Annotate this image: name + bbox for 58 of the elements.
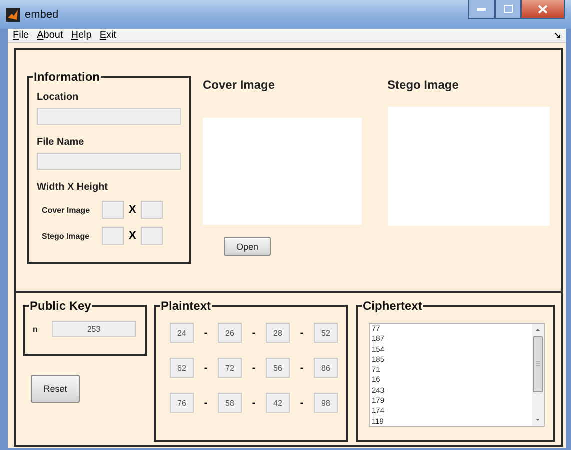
group-title: Ciphertext: [362, 299, 424, 313]
menu-item[interactable]: Exit: [100, 30, 117, 41]
open-button[interactable]: Open: [224, 237, 271, 256]
value-field[interactable]: 56: [266, 358, 290, 378]
value-field[interactable]: 28: [266, 323, 290, 343]
file-name-field[interactable]: [37, 153, 181, 170]
value-field[interactable]: 42: [266, 393, 290, 413]
app-icon: [6, 8, 20, 22]
field-label: Width X Height: [37, 182, 110, 193]
width-field[interactable]: [102, 201, 124, 219]
dash: -: [251, 398, 257, 408]
close-icon: [538, 4, 548, 14]
field-label: Cover Image: [42, 206, 92, 214]
height-field[interactable]: [141, 201, 164, 219]
group-title: Public Key: [29, 299, 92, 313]
scrollbar[interactable]: [532, 324, 544, 426]
minimize-icon: [477, 8, 486, 10]
dash: -: [203, 398, 209, 408]
field-label: File Name: [37, 137, 86, 148]
value-field[interactable]: 62: [170, 358, 194, 378]
maximize-icon: [504, 5, 512, 13]
dash: -: [299, 398, 305, 408]
field-label: n: [33, 324, 39, 334]
menu-item[interactable]: File: [13, 30, 30, 41]
group-title: Information: [33, 70, 101, 84]
window-title: embed: [25, 8, 59, 20]
menu-item[interactable]: Help: [71, 30, 92, 41]
value-field[interactable]: 52: [314, 323, 338, 343]
minimize-button[interactable]: [468, 0, 495, 19]
field-label: Stego Image: [42, 232, 91, 240]
close-button[interactable]: [521, 0, 565, 19]
value-field[interactable]: 24: [170, 323, 194, 343]
dash: -: [251, 328, 257, 338]
value-field[interactable]: 86: [314, 358, 338, 378]
value-field[interactable]: 98: [314, 393, 338, 413]
dash: -: [299, 328, 305, 338]
location-field[interactable]: [37, 108, 181, 125]
height-field[interactable]: [141, 227, 164, 245]
dash: -: [299, 362, 305, 374]
times-sign: X: [129, 204, 136, 216]
reset-button[interactable]: Reset: [31, 375, 80, 403]
value-field[interactable]: 76: [170, 393, 194, 413]
menu-item[interactable]: About: [37, 30, 64, 41]
stego-image-title: Stego Image: [388, 78, 460, 92]
value-field[interactable]: 26: [218, 323, 242, 343]
value-field[interactable]: 72: [218, 358, 242, 378]
dash: -: [203, 328, 209, 338]
times-sign: X: [129, 230, 136, 242]
value-field[interactable]: 58: [218, 393, 242, 413]
dock-arrow-icon[interactable]: [555, 32, 561, 38]
dash: -: [203, 362, 209, 374]
group-title: Plaintext: [160, 299, 212, 313]
width-field[interactable]: [102, 227, 124, 245]
cover-image-title: Cover Image: [203, 78, 276, 92]
field-label: Location: [37, 92, 80, 103]
key-field[interactable]: 253: [52, 321, 136, 337]
maximize-button[interactable]: [495, 0, 521, 19]
dash: -: [251, 362, 257, 374]
